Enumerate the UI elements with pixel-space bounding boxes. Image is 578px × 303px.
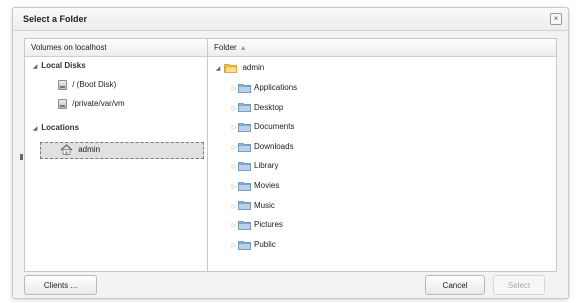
folder-item[interactable]: ▷ Documents	[230, 120, 294, 134]
folder-icon	[238, 123, 251, 132]
folder-label: Desktop	[254, 102, 284, 112]
folder-label: Public	[254, 239, 276, 249]
folder-item[interactable]: ▷ Library	[230, 159, 278, 173]
collapse-toggle-icon[interactable]: ▷	[230, 219, 238, 233]
collapse-toggle-icon[interactable]: ▷	[230, 102, 238, 116]
folder-icon	[238, 162, 251, 172]
folder-header-label: Folder	[214, 43, 237, 52]
collapse-toggle-icon[interactable]: ▷	[230, 82, 238, 96]
collapse-toggle-icon[interactable]: ▷	[230, 141, 238, 155]
location-item-admin[interactable]: admin	[60, 143, 100, 157]
close-icon[interactable]: ×	[550, 13, 562, 25]
folder-item[interactable]: ▷ Pictures	[230, 218, 283, 232]
splitter-handle[interactable]	[20, 154, 23, 160]
folder-item[interactable]: ▷ Downloads	[230, 140, 294, 154]
location-label: admin	[78, 145, 101, 154]
sort-ascending-icon: ▲	[239, 45, 247, 52]
folder-icon	[238, 201, 251, 211]
dialog-title: Select a Folder	[23, 14, 88, 24]
folder-item[interactable]: ▷ Applications	[230, 81, 297, 95]
folder-label: Music	[254, 200, 275, 210]
home-icon	[60, 144, 73, 156]
expand-toggle-icon[interactable]: ◢	[214, 62, 222, 76]
volume-item-boot-disk[interactable]: / (Boot Disk)	[58, 78, 116, 92]
disk-icon	[58, 98, 67, 109]
expand-toggle-icon[interactable]: ◢	[31, 122, 39, 136]
folder-item[interactable]: ▷ Public	[230, 238, 276, 252]
folder-icon	[238, 221, 251, 230]
cancel-button[interactable]: Cancel	[425, 275, 485, 295]
open-folder-icon	[224, 63, 238, 73]
volumes-pane: Volumes on localhost ◢ Local Disks / (Bo…	[24, 38, 208, 272]
tree-group-local-disks[interactable]: ◢ Local Disks	[31, 59, 86, 73]
folder-icon	[238, 83, 251, 93]
folder-label: Applications	[254, 83, 298, 92]
collapse-toggle-icon[interactable]: ▷	[230, 239, 238, 253]
folder-icon	[238, 103, 251, 113]
tree-group-locations[interactable]: ◢ Locations	[31, 121, 79, 135]
select-folder-dialog: Select a Folder × Volumes on localhost ◢…	[12, 7, 569, 299]
volume-label: / (Boot Disk)	[72, 80, 117, 89]
folder-item[interactable]: ▷ Desktop	[230, 101, 283, 115]
volume-label: /private/var/vm	[72, 99, 125, 108]
collapse-toggle-icon[interactable]: ▷	[230, 121, 238, 135]
folder-item[interactable]: ▷ Music	[230, 199, 275, 213]
dialog-titlebar: Select a Folder ×	[13, 8, 568, 31]
folder-root-admin[interactable]: ◢ admin	[214, 61, 264, 75]
select-button[interactable]: Select	[493, 275, 545, 295]
folder-label: Downloads	[254, 141, 294, 151]
folder-label: Library	[254, 161, 279, 171]
folders-pane: Folder ▲ ◢ admin ▷ Applications ▷ Desktop ▷ Do…	[207, 38, 557, 272]
disk-icon	[58, 79, 67, 90]
folder-item[interactable]: ▷ Movies	[230, 179, 279, 193]
group-label: Local Disks	[41, 61, 86, 70]
volumes-header: Volumes on localhost	[25, 39, 207, 57]
folder-icon	[238, 142, 251, 152]
collapse-toggle-icon[interactable]: ▷	[230, 180, 238, 194]
expand-toggle-icon[interactable]: ◢	[31, 60, 39, 74]
folder-label: Movies	[254, 181, 280, 190]
collapse-toggle-icon[interactable]: ▷	[230, 160, 238, 174]
folder-label: admin	[242, 63, 265, 72]
collapse-toggle-icon[interactable]: ▷	[230, 200, 238, 214]
folder-label: Documents	[254, 122, 295, 132]
folder-icon	[238, 240, 251, 250]
clients-button[interactable]: Clients ...	[24, 275, 97, 295]
folder-column-header[interactable]: Folder ▲	[208, 39, 556, 57]
folder-icon	[238, 181, 251, 191]
folder-label: Pictures	[254, 220, 283, 230]
group-label: Locations	[41, 123, 80, 132]
volume-item-private-var-vm[interactable]: /private/var/vm	[58, 97, 125, 111]
